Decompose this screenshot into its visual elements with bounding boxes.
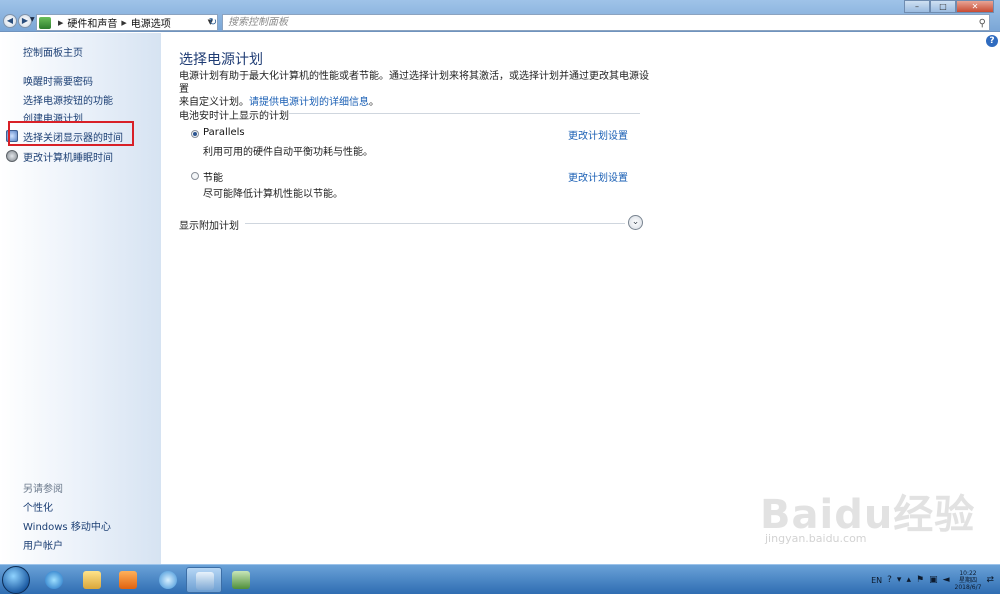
- volume-icon[interactable]: ◄: [943, 575, 950, 585]
- baidu-watermark-url: jingyan.baidu.com: [765, 532, 867, 545]
- chevron-right-icon[interactable]: ▶: [58, 19, 63, 27]
- refresh-icon[interactable]: ↻: [206, 14, 220, 31]
- control-panel-icon: [39, 16, 51, 29]
- chat-icon: [159, 571, 177, 589]
- address-bar[interactable]: ▶ 硬件和声音 ▶ 电源选项 ▼: [36, 14, 218, 31]
- sidebar-item-power-buttons[interactable]: 选择电源按钮的功能: [23, 92, 113, 107]
- system-tray: EN ? ▾ ▴ ⚑ ▣ ◄ 10:22 星期四 2018/6/7 ⇄: [871, 565, 994, 594]
- show-desktop-icon[interactable]: ⇄: [986, 575, 994, 585]
- plan-description-power-saver: 尽可能降低计算机性能以节能。: [203, 189, 343, 200]
- help-icon[interactable]: ?: [986, 35, 998, 47]
- back-icon[interactable]: ◀: [3, 14, 17, 28]
- plan-name-parallels[interactable]: Parallels: [203, 127, 245, 138]
- expand-tray-icon[interactable]: ▴: [906, 575, 911, 585]
- taskbar-explorer[interactable]: [74, 567, 110, 593]
- plan-name-power-saver[interactable]: 节能: [203, 169, 223, 184]
- see-also-title: 另请参阅: [23, 484, 63, 495]
- folder-icon: [83, 571, 101, 589]
- description-end: 。: [369, 97, 379, 108]
- taskbar-parallels[interactable]: [150, 567, 186, 593]
- clock-time: 10:22: [959, 569, 977, 577]
- taskbar-monitor[interactable]: [223, 567, 259, 593]
- recent-pages-icon[interactable]: ▼: [30, 16, 35, 23]
- flag-icon[interactable]: ⚑: [916, 575, 924, 585]
- clock[interactable]: 10:22 星期四 2018/6/7: [955, 570, 982, 591]
- language-indicator[interactable]: EN: [871, 576, 882, 585]
- red-highlight-box: [8, 121, 134, 146]
- control-panel-icon: [196, 572, 214, 590]
- change-plan-settings-link-power-saver[interactable]: 更改计划设置: [568, 169, 628, 184]
- sidebar: 控制面板主页 唤醒时需要密码 选择电源按钮的功能 创建电源计划 选择关闭显示器的…: [0, 33, 161, 564]
- close-button[interactable]: ✕: [956, 0, 994, 13]
- ie-icon: [45, 571, 63, 589]
- sleep-icon: [6, 150, 18, 162]
- minimize-button[interactable]: –: [904, 0, 930, 13]
- sidebar-home-link[interactable]: 控制面板主页: [23, 44, 83, 59]
- search-icon[interactable]: ⚲: [979, 16, 986, 31]
- plan-radio-power-saver[interactable]: [191, 172, 199, 180]
- navigation-buttons: ◀ ▶: [3, 14, 32, 28]
- taskbar: EN ? ▾ ▴ ⚑ ▣ ◄ 10:22 星期四 2018/6/7 ⇄: [0, 564, 1000, 594]
- plans-group-title: 电池安时计上显示的计划: [179, 111, 289, 122]
- clock-date: 2018/6/7: [954, 583, 982, 591]
- plan-description-parallels: 利用可用的硬件自动平衡功耗与性能。: [203, 147, 373, 158]
- taskbar-control-panel[interactable]: [186, 567, 222, 593]
- breadcrumb-power-options[interactable]: 电源选项: [131, 15, 171, 30]
- maximize-button[interactable]: □: [930, 0, 956, 13]
- change-plan-settings-link-parallels[interactable]: 更改计划设置: [568, 127, 628, 142]
- plan-radio-parallels[interactable]: [191, 130, 199, 138]
- sidebar-item-sleep-time[interactable]: 更改计算机睡眠时间: [23, 149, 113, 164]
- description-text: 电源计划有助于最大化计算机的性能或者节能。通过选择计划来将其激活，或选择计划并通…: [179, 71, 649, 95]
- chevron-down-icon[interactable]: ▾: [897, 575, 902, 585]
- additional-plans-divider: [245, 223, 625, 224]
- search-input[interactable]: 搜索控制面板 ⚲: [222, 14, 990, 31]
- chevron-down-icon[interactable]: ⌄: [628, 215, 643, 230]
- network-icon[interactable]: ▣: [929, 575, 938, 585]
- clock-weekday: 星期四: [958, 576, 977, 584]
- help-tray-icon[interactable]: ?: [887, 575, 892, 585]
- search-placeholder: 搜索控制面板: [228, 17, 288, 28]
- window-controls: – □ ✕: [904, 0, 994, 13]
- media-player-icon: [119, 571, 137, 589]
- sidebar-item-wake-password[interactable]: 唤醒时需要密码: [23, 73, 93, 88]
- page-title: 选择电源计划: [179, 52, 263, 68]
- taskbar-ie[interactable]: [36, 567, 72, 593]
- taskbar-media-player[interactable]: [110, 567, 146, 593]
- monitor-icon: [232, 571, 250, 589]
- see-also-mobility-center[interactable]: Windows 移动中心: [23, 518, 111, 533]
- breadcrumb-hardware-sound[interactable]: 硬件和声音: [67, 15, 117, 30]
- address-toolbar: ◀ ▶ ▼ ▶ 硬件和声音 ▶ 电源选项 ▼ ↻ 搜索控制面板 ⚲ – □ ✕: [0, 0, 1000, 32]
- see-also-personalization[interactable]: 个性化: [23, 499, 53, 514]
- see-also-user-accounts[interactable]: 用户帐户: [23, 537, 63, 552]
- chevron-right-icon[interactable]: ▶: [121, 19, 126, 27]
- page-description: 电源计划有助于最大化计算机的性能或者节能。通过选择计划来将其激活，或选择计划并通…: [179, 70, 649, 109]
- show-additional-plans-label[interactable]: 显示附加计划: [179, 217, 239, 232]
- group-divider: [289, 113, 640, 114]
- start-button[interactable]: [2, 566, 30, 594]
